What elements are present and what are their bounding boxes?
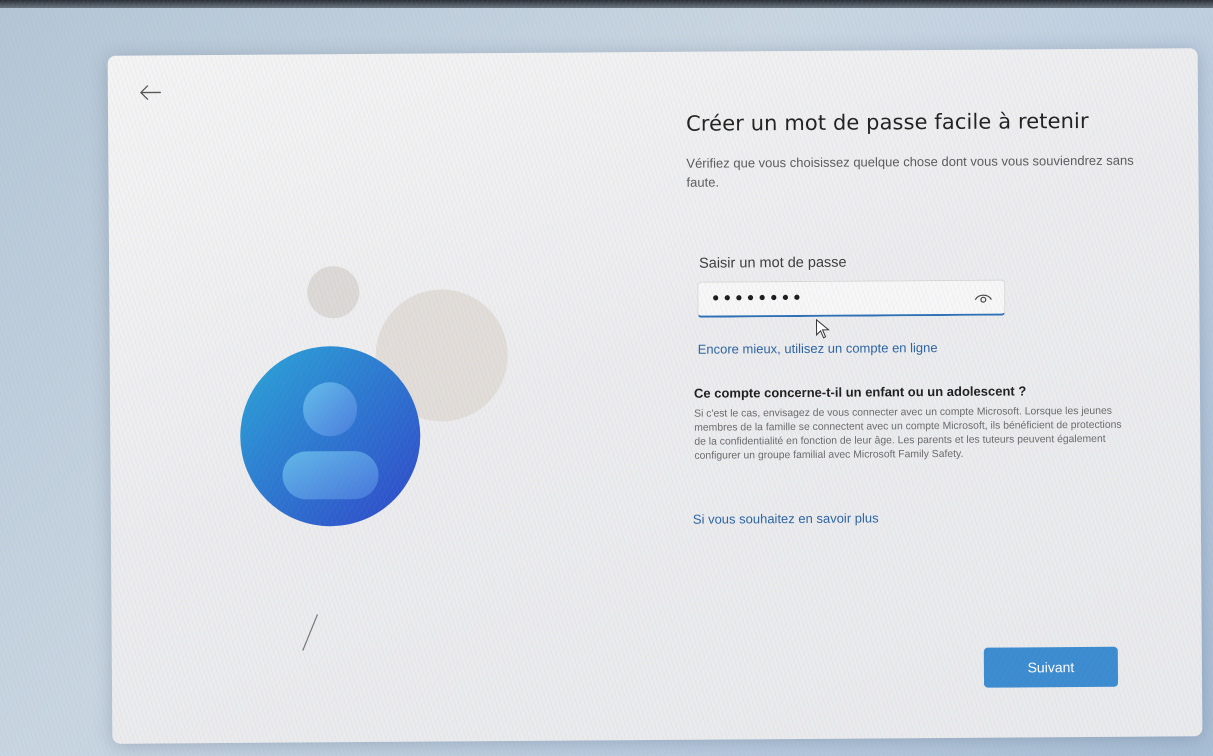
- oobe-window: Créer un mot de passe facile à retenir V…: [107, 48, 1203, 744]
- user-avatar-icon: [240, 346, 421, 527]
- eye-icon[interactable]: [974, 291, 992, 305]
- password-input[interactable]: ••••••••: [697, 279, 1006, 318]
- next-button[interactable]: Suivant: [983, 646, 1119, 688]
- online-account-link[interactable]: Encore mieux, utilisez un compte en lign…: [698, 340, 938, 357]
- content-panel: Créer un mot de passe facile à retenir V…: [686, 108, 1157, 527]
- decorative-line: [302, 614, 319, 651]
- illustration: [240, 266, 508, 651]
- password-label: Saisir un mot de passe: [699, 254, 847, 272]
- child-account-description: Si c'est le cas, envisagez de vous conne…: [694, 405, 1122, 462]
- learn-more-link[interactable]: Si vous souhaitez en savoir plus: [693, 510, 879, 526]
- child-account-heading: Ce compte concerne-t-il un enfant ou un …: [693, 383, 1027, 401]
- screen: Créer un mot de passe facile à retenir V…: [0, 0, 1213, 756]
- page-title: Créer un mot de passe facile à retenir: [686, 108, 1089, 136]
- decorative-small-circle: [307, 266, 360, 319]
- screen-top-bezel: [0, 0, 1213, 8]
- password-value: ••••••••: [710, 287, 804, 310]
- page-subtitle: Vérifiez que vous choisissez quelque cho…: [686, 152, 1134, 190]
- mouse-pointer-icon: [815, 318, 830, 339]
